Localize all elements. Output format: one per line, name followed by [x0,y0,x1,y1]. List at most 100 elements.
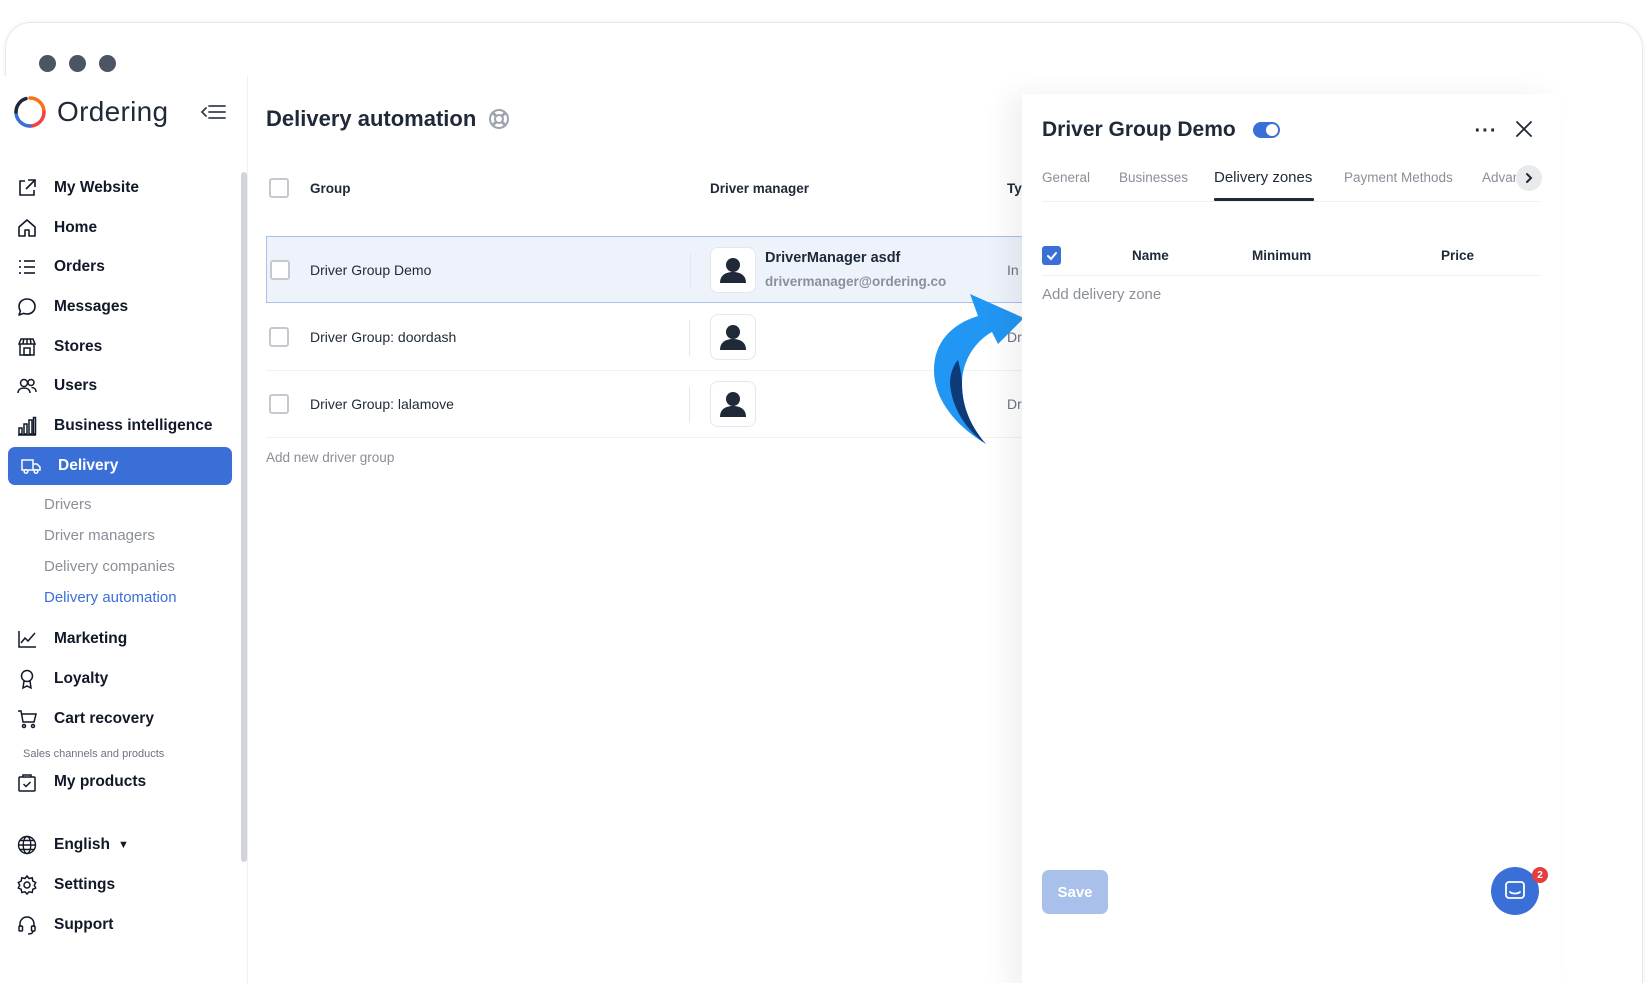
gear-icon [16,874,38,896]
external-link-icon [16,177,38,199]
section-label-sales-channels: Sales channels and products [23,748,165,760]
save-button[interactable]: Save [1042,870,1108,914]
avatar [710,381,756,427]
sidebar: Ordering My Website Home Orders Messages… [0,76,248,983]
curved-arrow-annotation-icon [934,294,1024,444]
chat-icon [1505,881,1525,899]
sidebar-item-my-products[interactable]: My products [2,763,238,801]
row-checkbox[interactable] [270,260,290,280]
language-label: English [54,836,110,853]
sidebar-item-label: Stores [54,338,103,355]
award-icon [16,668,38,690]
toggle-knob [1266,124,1278,136]
sidebar-item-label: Business intelligence [54,417,213,434]
add-new-driver-group-link[interactable]: Add new driver group [266,450,394,465]
tab-delivery-zones[interactable]: Delivery zones [1214,169,1312,186]
sidebar-item-orders[interactable]: Orders [2,248,238,286]
truck-icon [20,455,42,477]
group-name: Driver Group Demo [310,262,432,278]
collapse-sidebar-button[interactable] [198,98,228,126]
home-icon [16,217,38,239]
sidebar-subitem-drivers[interactable]: Drivers [44,496,92,513]
sidebar-subitem-driver-managers[interactable]: Driver managers [44,527,155,544]
active-tab-indicator [1214,198,1314,201]
sidebar-item-label: My products [54,773,147,790]
driver-group-panel: Driver Group Demo ··· General Businesses… [1022,94,1560,983]
help-lifebuoy-icon[interactable] [488,108,510,130]
avatar [710,314,756,360]
line-chart-icon [16,628,38,650]
collapse-menu-icon [200,105,226,119]
logo[interactable]: Ordering [13,92,168,132]
sidebar-item-settings[interactable]: Settings [2,866,238,904]
logo-text: Ordering [57,96,169,127]
sidebar-subitem-delivery-companies[interactable]: Delivery companies [44,558,175,575]
tabs-next-button[interactable] [1516,165,1542,191]
sidebar-item-label: Orders [54,258,105,275]
sidebar-item-stores[interactable]: Stores [2,328,238,366]
column-divider [690,253,691,289]
sidebar-item-business-intelligence[interactable]: Business intelligence [2,407,238,445]
sidebar-item-users[interactable]: Users [2,367,238,405]
zones-select-all-checkbox[interactable] [1042,246,1061,265]
window-minimize-dot[interactable] [69,55,86,72]
sidebar-item-messages[interactable]: Messages [2,288,238,326]
user-icon [720,325,746,350]
sidebar-item-loyalty[interactable]: Loyalty [2,660,238,698]
language-selector[interactable]: English ▼ [2,826,238,864]
sidebar-item-label: My Website [54,179,139,196]
sidebar-scrollbar[interactable] [241,172,247,862]
headset-icon [16,914,38,936]
caret-down-icon: ▼ [117,839,129,851]
window-close-dot[interactable] [39,55,56,72]
sidebar-subitem-delivery-automation[interactable]: Delivery automation [44,589,177,606]
window-maximize-dot[interactable] [99,55,116,72]
tab-general[interactable]: General [1042,170,1090,185]
select-all-checkbox[interactable] [269,178,289,198]
sidebar-item-marketing[interactable]: Marketing [2,620,238,658]
tab-payment-methods[interactable]: Payment Methods [1344,170,1453,185]
add-delivery-zone-input[interactable]: Add delivery zone [1042,286,1161,303]
sidebar-item-label: Settings [54,876,116,893]
row-checkbox[interactable] [269,327,289,347]
users-icon [16,375,38,397]
tab-businesses[interactable]: Businesses [1119,170,1188,185]
sidebar-item-label: Cart recovery [54,710,154,727]
sidebar-item-cart-recovery[interactable]: Cart recovery [2,700,238,738]
bag-check-icon [16,771,38,793]
group-enabled-toggle[interactable] [1253,122,1280,138]
column-header-price: Price [1441,248,1475,263]
group-name: Driver Group: doordash [310,329,457,345]
sidebar-item-label: Messages [54,298,129,315]
sidebar-item-support[interactable]: Support [2,906,238,944]
tab-advanced[interactable]: Advan [1482,170,1516,185]
chevron-right-icon [1526,173,1533,183]
more-options-icon[interactable]: ··· [1474,120,1498,142]
column-header-driver-manager: Driver manager [710,181,810,196]
sidebar-item-label: Loyalty [54,670,109,687]
check-icon [1046,251,1057,260]
manager-email: drivermanager@ordering.co [765,274,947,289]
row-checkbox[interactable] [269,394,289,414]
column-divider [689,387,690,423]
column-header-group: Group [310,181,351,196]
close-icon[interactable] [1513,118,1535,140]
sidebar-item-my-website[interactable]: My Website [2,169,238,207]
avatar [710,247,756,293]
sidebar-item-delivery[interactable]: Delivery [8,447,232,485]
sidebar-item-home[interactable]: Home [2,209,238,247]
chat-notification-badge: 2 [1532,867,1548,883]
column-divider [689,320,690,356]
user-icon [720,392,746,417]
cart-icon [16,708,38,730]
globe-icon [16,834,38,856]
sidebar-item-label: Marketing [54,630,128,647]
column-header-name: Name [1132,248,1169,263]
sidebar-item-label: Delivery [58,457,119,474]
store-icon [16,336,38,358]
manager-name: DriverManager asdf [765,250,901,266]
panel-title: Driver Group Demo [1042,118,1236,141]
user-icon [720,258,746,283]
zones-table-header: Name Minimum Price [1042,240,1540,276]
column-header-minimum: Minimum [1252,248,1312,263]
